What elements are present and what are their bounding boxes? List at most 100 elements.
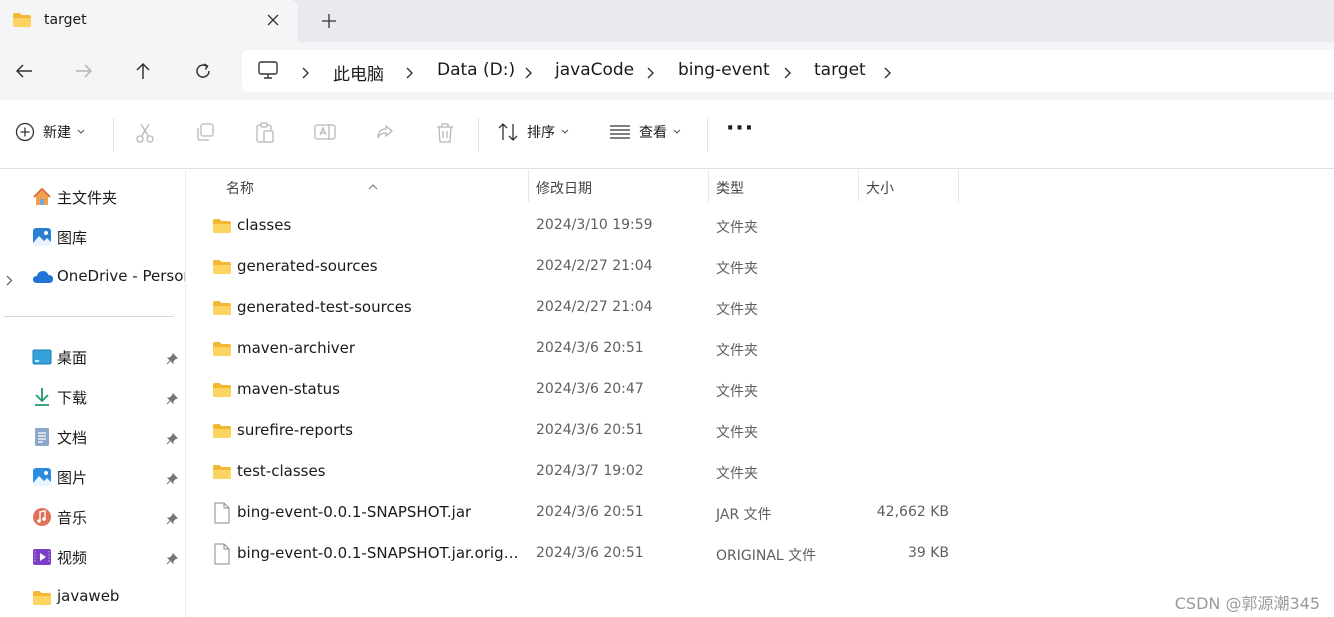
new-tab-button[interactable]	[316, 9, 342, 33]
column-divider[interactable]	[958, 170, 959, 202]
pin-icon[interactable]	[166, 550, 178, 569]
view-button[interactable]: 查看	[609, 122, 681, 142]
file-name: surefire-reports	[237, 421, 353, 439]
file-row[interactable]: bing-event-0.0.1-SNAPSHOT.jar 2024/3/6 20…	[187, 493, 1334, 534]
paste-button[interactable]	[255, 122, 275, 144]
file-row[interactable]: maven-status 2024/3/6 20:47 文件夹	[187, 370, 1334, 411]
pin-icon[interactable]	[166, 510, 178, 529]
chevron-down-icon	[673, 129, 681, 134]
download-icon	[32, 387, 52, 407]
sidebar-item-music[interactable]: 音乐	[0, 499, 185, 535]
refresh-button[interactable]	[189, 57, 217, 85]
sidebar-item-downloads[interactable]: 下载	[0, 379, 185, 415]
copy-icon	[197, 123, 214, 141]
sidebar-item-gallery[interactable]: 图库	[0, 219, 185, 255]
breadcrumb-javacode[interactable]: javaCode	[555, 60, 634, 80]
sidebar-item-desktop[interactable]: 桌面	[0, 339, 185, 375]
videos-icon	[32, 547, 52, 567]
forward-button[interactable]	[70, 57, 98, 85]
file-icon	[213, 543, 231, 569]
sidebar-item-onedrive[interactable]: OneDrive - Personal	[0, 259, 185, 295]
view-button-label: 查看	[639, 125, 667, 141]
pin-icon[interactable]	[166, 430, 178, 449]
file-row[interactable]: generated-test-sources 2024/2/27 21:04 文件夹	[187, 288, 1334, 329]
column-header-modified[interactable]: 修改日期	[536, 178, 592, 198]
folder-icon	[212, 259, 232, 279]
delete-button[interactable]	[435, 122, 455, 144]
pin-icon[interactable]	[166, 470, 178, 489]
plus-circle-icon	[15, 122, 35, 142]
column-divider[interactable]	[708, 170, 709, 202]
tab-target[interactable]: target	[0, 0, 298, 42]
share-button[interactable]	[375, 122, 395, 142]
file-modified: 2024/3/6 20:51	[536, 422, 644, 438]
file-name: bing-event-0.0.1-SNAPSHOT.jar	[237, 503, 472, 521]
file-size: 42,662 KB	[876, 504, 949, 520]
file-modified: 2024/3/6 20:51	[536, 504, 644, 520]
file-row[interactable]: generated-sources 2024/2/27 21:04 文件夹	[187, 247, 1334, 288]
sidebar-item-pictures[interactable]: 图片	[0, 459, 185, 495]
toolbar-divider	[113, 118, 114, 152]
chevron-right-icon	[525, 64, 533, 83]
file-row[interactable]: surefire-reports 2024/3/6 20:51 文件夹	[187, 411, 1334, 452]
chevron-right-icon	[302, 64, 310, 83]
chevron-right-icon[interactable]	[884, 64, 892, 83]
file-row[interactable]: maven-archiver 2024/3/6 20:51 文件夹	[187, 329, 1334, 370]
breadcrumb-this-pc[interactable]: 此电脑	[333, 60, 384, 85]
column-header-size[interactable]: 大小	[866, 178, 894, 198]
file-name: test-classes	[237, 462, 326, 480]
toolbar-divider	[478, 118, 479, 152]
arrow-left-icon	[15, 64, 32, 78]
file-modified: 2024/3/6 20:51	[536, 545, 644, 561]
sidebar-item-videos[interactable]: 视频	[0, 539, 185, 575]
sidebar-item-label: 视频	[57, 549, 88, 567]
sidebar-item-label: 音乐	[57, 509, 88, 527]
folder-icon	[12, 12, 32, 32]
back-button[interactable]	[10, 57, 38, 85]
column-divider[interactable]	[528, 170, 529, 202]
more-options-button[interactable]: ···	[726, 116, 754, 141]
sidebar-item-home[interactable]: 主文件夹	[0, 179, 185, 215]
pin-icon[interactable]	[166, 390, 178, 409]
column-header-type[interactable]: 类型	[716, 178, 744, 198]
breadcrumb-bing-event[interactable]: bing-event	[678, 60, 770, 80]
new-button[interactable]: 新建	[15, 122, 85, 142]
breadcrumb-target[interactable]: target	[814, 60, 866, 80]
file-row[interactable]: test-classes 2024/3/7 19:02 文件夹	[187, 452, 1334, 493]
pin-icon[interactable]	[166, 350, 178, 369]
chevron-right-icon[interactable]	[6, 271, 13, 290]
chevron-right-icon	[784, 64, 792, 83]
navigation-bar: 此电脑 Data (D:) javaCode bing-event target	[0, 42, 1334, 100]
command-bar: 新建 排序 查看 ···	[0, 100, 1334, 169]
column-divider[interactable]	[858, 170, 859, 202]
sidebar-item-label: 文档	[57, 429, 88, 447]
up-button[interactable]	[129, 57, 157, 85]
chevron-down-icon	[77, 129, 85, 134]
file-type: 文件夹	[716, 302, 758, 318]
file-type: 文件夹	[716, 343, 758, 359]
paste-icon	[256, 122, 274, 143]
file-type: 文件夹	[716, 466, 758, 482]
file-size: 39 KB	[907, 545, 949, 561]
home-icon	[32, 187, 52, 207]
cut-button[interactable]	[135, 122, 155, 144]
address-bar[interactable]: 此电脑 Data (D:) javaCode bing-event target	[242, 50, 1334, 92]
rename-button[interactable]	[314, 122, 336, 142]
column-header-name[interactable]: 名称	[226, 178, 254, 198]
tab-title: target	[44, 12, 87, 28]
sidebar-item-documents[interactable]: 文档	[0, 419, 185, 455]
music-icon	[32, 507, 52, 527]
file-modified: 2024/3/7 19:02	[536, 463, 644, 479]
sidebar-item-label: OneDrive - Personal	[57, 267, 185, 285]
file-row[interactable]: classes 2024/3/10 19:59 文件夹	[187, 206, 1334, 247]
sort-button[interactable]: 排序	[497, 122, 569, 142]
rename-icon	[314, 124, 336, 140]
file-modified: 2024/3/10 19:59	[536, 217, 653, 233]
chevron-down-icon	[561, 129, 569, 134]
copy-button[interactable]	[195, 122, 215, 142]
file-row[interactable]: bing-event-0.0.1-SNAPSHOT.jar.original 20…	[187, 534, 1334, 575]
breadcrumb-data-drive[interactable]: Data (D:)	[437, 60, 515, 80]
folder-icon	[212, 341, 232, 361]
close-icon[interactable]	[262, 9, 284, 31]
sidebar-item-javaweb[interactable]: javaweb	[0, 579, 185, 615]
